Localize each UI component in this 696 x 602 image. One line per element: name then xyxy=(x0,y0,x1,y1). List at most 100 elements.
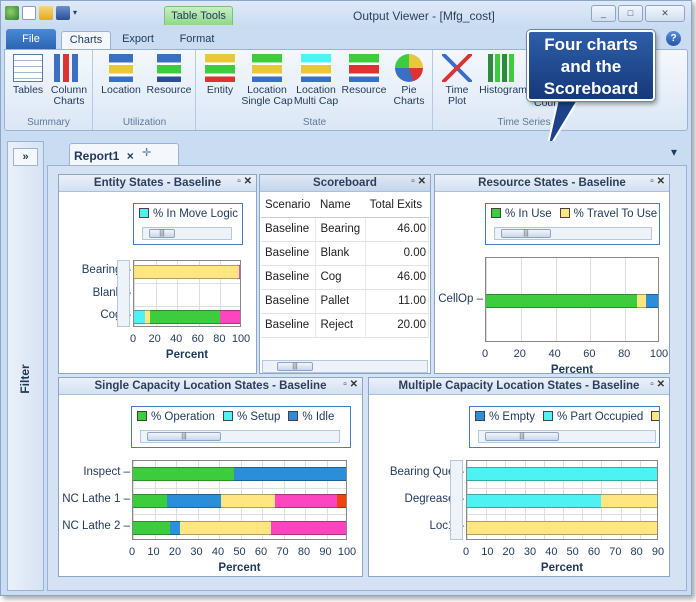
bar-segment[interactable] xyxy=(270,520,346,535)
customize-toolbar-icon[interactable]: ▾ xyxy=(73,6,82,20)
x-axis-title: Percent xyxy=(165,349,209,361)
entity-state-button[interactable]: Entity xyxy=(201,54,239,96)
plot-area xyxy=(133,260,241,327)
single-capacity-chart: Inspect – NC Lathe 1 – NC Lathe 2 – 0 10 20 30… xyxy=(59,378,364,578)
table-row[interactable]: Baseline Blank 0.00 xyxy=(261,241,429,266)
bar-segment[interactable] xyxy=(167,494,222,508)
table-row[interactable]: Baseline Bearing 46.00 xyxy=(261,217,429,242)
location-multi-cap-button[interactable]: Location Multi Cap xyxy=(293,54,339,107)
x-tick-label: 40 xyxy=(548,348,561,360)
column-header[interactable]: Total Exits xyxy=(365,193,429,218)
tables-button[interactable]: Tables xyxy=(9,54,47,96)
column-header[interactable]: Name xyxy=(315,193,366,218)
chart-vertical-scrollbar[interactable] xyxy=(450,460,463,540)
table-cell: Blank xyxy=(315,241,367,266)
bar-segment[interactable] xyxy=(486,293,638,308)
scoreboard-scrollbar[interactable]: ||| xyxy=(262,360,428,373)
histogram-button[interactable]: Histogram xyxy=(478,54,528,96)
bar-segment[interactable] xyxy=(238,265,240,280)
x-tick-label: 40 xyxy=(170,333,183,345)
x-tick-label: 20 xyxy=(168,546,182,558)
new-tab-icon[interactable]: ✛ xyxy=(142,146,151,159)
save-icon[interactable] xyxy=(56,6,70,20)
time-plot-button[interactable]: Time Plot xyxy=(438,54,476,107)
bar-segment[interactable] xyxy=(220,309,240,324)
table-cell: Baseline xyxy=(261,289,317,314)
tab-format[interactable]: Format xyxy=(172,31,222,49)
x-tick-label: 80 xyxy=(213,333,226,345)
bar-segment[interactable] xyxy=(467,494,602,508)
close-button[interactable]: ✕ xyxy=(645,5,685,22)
x-tick-label: 10 xyxy=(481,546,494,558)
resource-util-button[interactable]: Resource xyxy=(146,54,192,96)
bar-segment[interactable] xyxy=(134,265,239,280)
filter-expand-button[interactable]: » xyxy=(13,148,38,166)
open-folder-icon[interactable] xyxy=(39,6,53,20)
output-viewer-window: ▾ Table Tools Output Viewer - [Mfg_cost]… xyxy=(0,0,692,596)
help-icon[interactable]: ? xyxy=(666,31,681,46)
bar-segment[interactable] xyxy=(133,520,170,535)
tab-file[interactable]: File xyxy=(6,29,56,49)
x-tick-label: 90 xyxy=(319,546,332,558)
report-content: Entity States - Baseline ▫ ✕ % In Move L… xyxy=(47,165,687,591)
close-tab-icon[interactable]: × xyxy=(127,149,134,163)
column-charts-button[interactable]: Column Charts xyxy=(47,54,91,107)
table-icon xyxy=(13,54,43,82)
bar-segment[interactable] xyxy=(133,494,168,508)
bar-segment[interactable] xyxy=(601,494,657,508)
table-row[interactable]: Baseline Cog 46.00 xyxy=(261,265,429,290)
bar-segment[interactable] xyxy=(180,520,271,535)
bar-segment[interactable] xyxy=(133,467,235,482)
location-single-cap-icon xyxy=(252,54,282,82)
x-axis-title: Percent xyxy=(550,364,594,376)
bar-segment[interactable] xyxy=(221,494,275,508)
category-label: Inspect – xyxy=(83,466,130,479)
category-label: NC Lathe 1 – xyxy=(62,493,130,505)
panel-controls[interactable]: ▫ ✕ xyxy=(411,176,426,187)
location-util-button[interactable]: Location xyxy=(98,54,144,96)
scoreboard-table: Scenario Name Total Exits Baseline Bearing 4… xyxy=(261,193,429,338)
app-icon[interactable] xyxy=(5,6,19,20)
bar-segment[interactable] xyxy=(467,467,657,482)
table-cell: 46.00 xyxy=(365,265,429,290)
maximize-button[interactable]: □ xyxy=(618,5,643,22)
x-tick-label: 100 xyxy=(337,546,357,558)
tab-report1[interactable]: Report1 × xyxy=(69,143,179,165)
x-tick-label: 0 xyxy=(462,546,470,558)
new-file-icon[interactable] xyxy=(22,6,36,20)
bar-segment[interactable] xyxy=(467,520,657,535)
location-single-cap-button[interactable]: Location Single Cap xyxy=(241,54,293,107)
x-axis-title: Percent xyxy=(540,562,584,574)
chart-vertical-scrollbar[interactable] xyxy=(117,260,130,327)
callout-annotation: Four charts and the Scoreboard xyxy=(527,30,655,101)
category-label: NC Lathe 2 – xyxy=(62,519,130,532)
bar-segment[interactable] xyxy=(150,309,221,324)
column-header[interactable]: Scenario xyxy=(261,193,316,218)
ribbon-group-state: Entity Location Single Cap Location Mult… xyxy=(197,50,433,130)
tab-menu-icon[interactable]: ▾ xyxy=(671,145,677,159)
entity-chart: Bearing – Blank – Cog –0 20 40 60 80 100 Percent xyxy=(59,175,258,375)
scroll-thumb[interactable]: ||| xyxy=(277,362,313,371)
tab-export[interactable]: Export xyxy=(114,31,162,49)
group-label-state: State xyxy=(302,117,327,128)
x-tick-label: 10 xyxy=(147,546,160,558)
table-row[interactable]: Baseline Reject 20.00 xyxy=(261,313,429,338)
pie-charts-button[interactable]: Pie Charts xyxy=(389,54,429,107)
filter-label: Filter xyxy=(18,364,32,394)
plot-area xyxy=(466,460,658,540)
minimize-button[interactable]: _ xyxy=(591,5,616,22)
panel-entity-states: Entity States - Baseline ▫ ✕ % In Move L… xyxy=(58,174,257,374)
resource-state-button[interactable]: Resource xyxy=(341,54,387,96)
bar-segment[interactable] xyxy=(274,494,338,508)
bar-segment[interactable] xyxy=(337,494,346,508)
x-tick-label: 80 xyxy=(297,546,311,558)
table-cell: Baseline xyxy=(261,241,317,266)
x-tick-label: 30 xyxy=(523,546,537,558)
bar-segment[interactable] xyxy=(169,520,181,535)
bar-segment[interactable] xyxy=(234,467,346,482)
bar-segment[interactable] xyxy=(345,520,346,535)
bar-segment[interactable] xyxy=(646,293,658,308)
tab-charts[interactable]: Charts xyxy=(61,31,111,49)
bar-segment[interactable] xyxy=(134,309,145,324)
bar-segment[interactable] xyxy=(637,293,647,308)
